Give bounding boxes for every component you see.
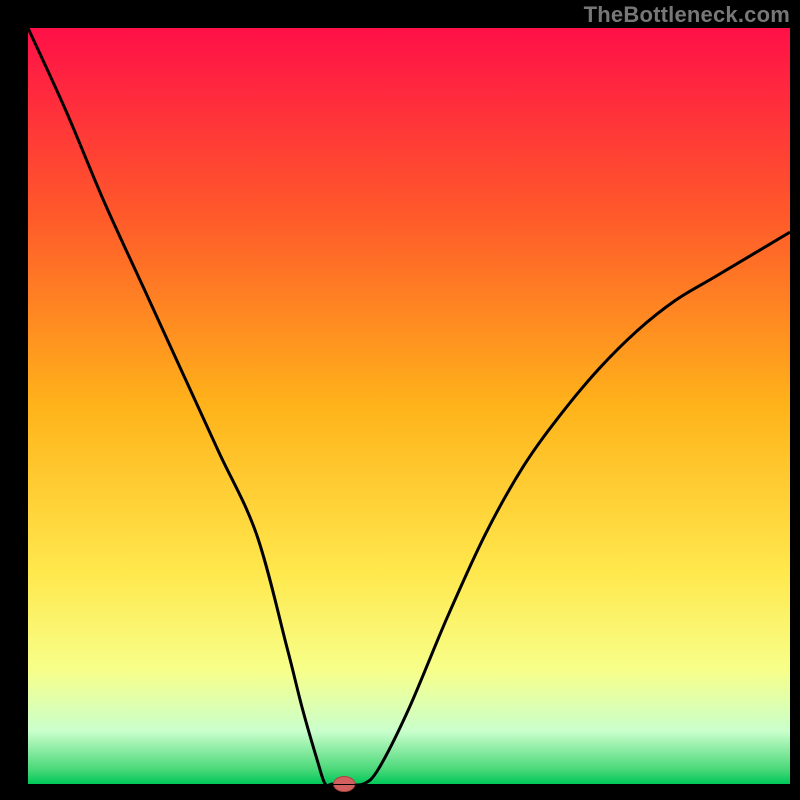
plot-gradient — [28, 28, 790, 784]
chart-svg — [0, 0, 800, 800]
watermark-text: TheBottleneck.com — [584, 2, 790, 28]
bottleneck-chart: TheBottleneck.com — [0, 0, 800, 800]
